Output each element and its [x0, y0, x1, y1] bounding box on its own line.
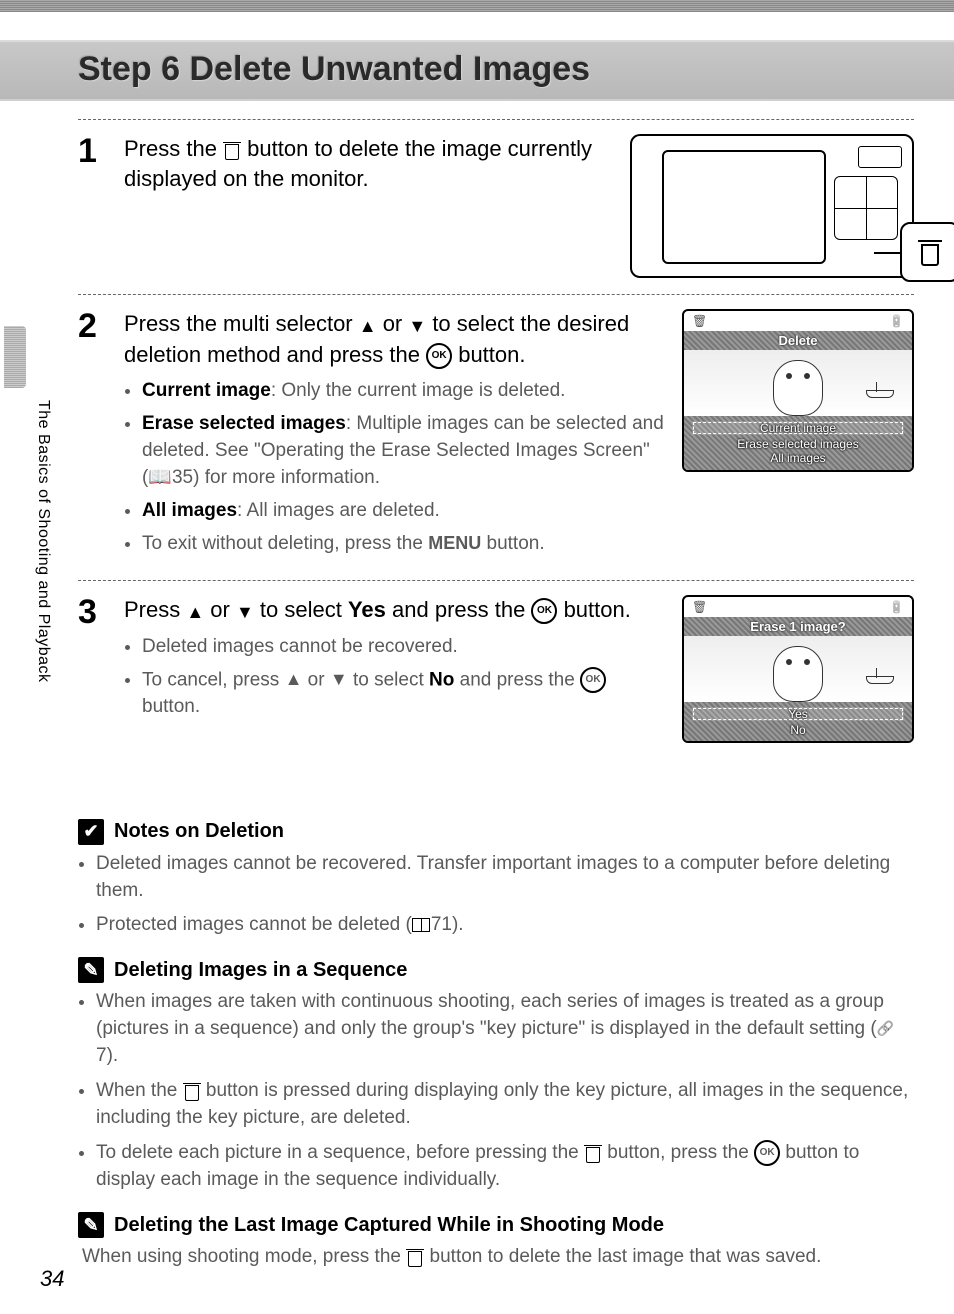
menu-option: Yes	[692, 707, 904, 721]
list-item: When images are taken with continuous sh…	[96, 989, 914, 1070]
pencil-icon	[78, 957, 104, 983]
step-3: 3 Press or to select Yes and press the b…	[78, 581, 914, 759]
note-title: Notes on Deletion	[114, 820, 284, 843]
delete-menu-screen: Delete Current image Erase selected imag…	[682, 309, 914, 564]
down-arrow-icon	[408, 310, 426, 340]
note-last-image: Deleting the Last Image Captured While i…	[78, 1212, 914, 1271]
menu-button-icon: MENU	[428, 533, 481, 553]
notes-section: Notes on Deletion Deleted images cannot …	[78, 819, 914, 1272]
step-1: 1 Press the button to delete the image c…	[78, 119, 914, 295]
list-item: Current image: Only the current image is…	[142, 378, 668, 405]
up-arrow-icon	[285, 667, 303, 694]
ok-button-icon	[754, 1140, 780, 1166]
menu-option: All images	[684, 451, 912, 465]
list-item: Deleted images cannot be recovered.	[142, 634, 668, 661]
list-item: To exit without deleting, press the MENU…	[142, 531, 668, 558]
confirm-screen: Erase 1 image? Yes No	[682, 595, 914, 743]
list-item: To delete each picture in a sequence, be…	[96, 1140, 914, 1194]
step-2-text: Press the multi selector or to select th…	[124, 309, 668, 370]
link-ref-icon	[877, 1019, 894, 1039]
ok-button-icon	[531, 598, 557, 624]
ok-button-icon	[580, 667, 606, 693]
page-header-band: Step 6 Delete Unwanted Images	[0, 40, 954, 101]
menu-option: Current image	[692, 421, 904, 435]
step-3-bullets: Deleted images cannot be recovered. To c…	[124, 634, 668, 721]
camera-body	[630, 134, 914, 278]
up-arrow-icon	[359, 310, 377, 340]
scan-top-edge	[0, 0, 954, 12]
page-number: 34	[40, 1266, 64, 1292]
step-2: 2 Press the multi selector or to select …	[78, 295, 914, 581]
step-3-number: 3	[78, 595, 108, 743]
trash-icon	[692, 600, 707, 614]
book-ref-icon	[412, 918, 430, 932]
list-item: Protected images cannot be deleted (71).	[96, 912, 914, 939]
list-item: When the button is pressed during displa…	[96, 1078, 914, 1132]
camera-illustration	[630, 134, 914, 278]
trash-icon	[406, 1247, 424, 1267]
trash-icon	[223, 140, 241, 160]
note-sequence: Deleting Images in a Sequence When image…	[78, 957, 914, 1194]
main-content: 1 Press the button to delete the image c…	[78, 119, 914, 759]
trash-icon	[692, 314, 707, 328]
step-3-text: Press or to select Yes and press the but…	[124, 595, 668, 626]
note-deletion: Notes on Deletion Deleted images cannot …	[78, 819, 914, 940]
note-title: Deleting Images in a Sequence	[114, 959, 407, 982]
section-side-label: The Basics of Shooting and Playback	[34, 400, 52, 683]
step-1-text: Press the button to delete the image cur…	[124, 134, 616, 193]
step-1-number: 1	[78, 134, 108, 278]
note-body: When using shooting mode, press the butt…	[82, 1244, 914, 1271]
note-title: Deleting the Last Image Captured While i…	[114, 1214, 664, 1237]
pencil-icon	[78, 1212, 104, 1238]
screen-title: Delete	[684, 331, 912, 350]
list-item: Erase selected images: Multiple images c…	[142, 411, 668, 492]
menu-option: No	[684, 723, 912, 737]
down-arrow-icon	[330, 667, 348, 694]
battery-icon	[889, 600, 904, 614]
down-arrow-icon	[236, 596, 254, 626]
side-index-tab	[4, 326, 26, 388]
screen-title: Erase 1 image?	[684, 617, 912, 636]
ok-button-icon	[426, 343, 452, 369]
checkmark-icon	[78, 819, 104, 845]
photo-preview	[684, 350, 912, 416]
trash-icon	[918, 238, 942, 266]
list-item: Deleted images cannot be recovered. Tran…	[96, 851, 914, 905]
trash-button-callout	[900, 222, 954, 282]
step-2-number: 2	[78, 309, 108, 564]
battery-icon	[889, 314, 904, 328]
trash-icon	[584, 1143, 602, 1163]
list-item: All images: All images are deleted.	[142, 498, 668, 525]
photo-preview	[684, 636, 912, 702]
list-item: To cancel, press or to select No and pre…	[142, 667, 668, 721]
up-arrow-icon	[186, 596, 204, 626]
menu-option: Erase selected images	[684, 437, 912, 451]
page-title: Step 6 Delete Unwanted Images	[78, 50, 954, 89]
step-2-bullets: Current image: Only the current image is…	[124, 378, 668, 558]
trash-icon	[183, 1081, 201, 1101]
